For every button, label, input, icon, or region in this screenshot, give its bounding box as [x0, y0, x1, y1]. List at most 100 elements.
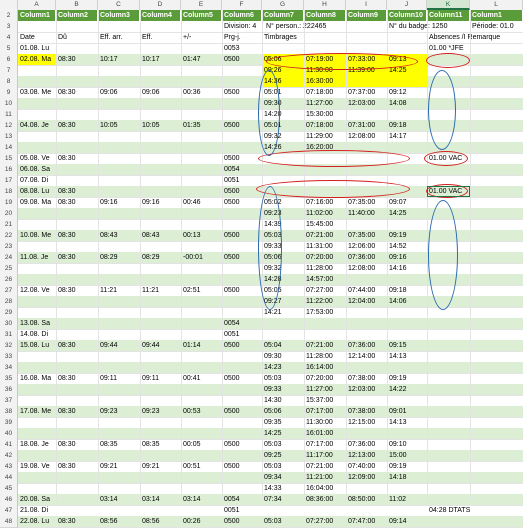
cell-h[interactable]: 07:17:00	[304, 406, 346, 417]
select-all-corner[interactable]	[0, 0, 18, 10]
cell-a[interactable]	[18, 428, 56, 439]
cell-f[interactable]	[222, 208, 262, 219]
cell-g[interactable]: 14:25	[262, 428, 304, 439]
cell-f[interactable]: 0500	[222, 120, 262, 131]
cell-k[interactable]	[427, 395, 470, 406]
cell-a[interactable]	[18, 362, 56, 373]
cell-i[interactable]	[346, 219, 387, 230]
cell-g[interactable]: 05:03	[262, 461, 304, 472]
cell-f[interactable]: 0500	[222, 373, 262, 384]
cell-j[interactable]	[387, 274, 427, 285]
cell-c[interactable]	[98, 65, 140, 76]
cell-a[interactable]: 10.08. Me	[18, 230, 56, 241]
cell-g[interactable]: 09:34	[262, 472, 304, 483]
cell-a[interactable]: 13.08. Sa	[18, 318, 56, 329]
cell-i[interactable]: 12:15:00	[346, 417, 387, 428]
cell-g[interactable]: 05:03	[262, 439, 304, 450]
cell-h[interactable]: 11:02:00	[304, 208, 346, 219]
cell-d[interactable]	[140, 274, 181, 285]
cell-a[interactable]: 19.08. Ve	[18, 461, 56, 472]
cell-c[interactable]: 10:17	[98, 54, 140, 65]
cell-d[interactable]: 09:11	[140, 373, 181, 384]
cell-d[interactable]	[140, 164, 181, 175]
cell-d[interactable]	[140, 109, 181, 120]
cell-e[interactable]	[181, 428, 222, 439]
cell-e[interactable]: 01:14	[181, 340, 222, 351]
cell-j[interactable]: 14:18	[387, 472, 427, 483]
cell-e[interactable]	[181, 351, 222, 362]
cell-a[interactable]	[18, 384, 56, 395]
cell-a[interactable]: 21.08. Di	[18, 505, 56, 516]
cell-e[interactable]: 00:46	[181, 197, 222, 208]
cell-k[interactable]	[427, 450, 470, 461]
cell-f[interactable]	[222, 472, 262, 483]
cell-g[interactable]: 09:25	[262, 450, 304, 461]
cell-c[interactable]: 09:16	[98, 197, 140, 208]
cell-h[interactable]: 16:30:00	[304, 76, 346, 87]
cell-f[interactable]	[222, 109, 262, 120]
cell-a[interactable]: 11.08. Je	[18, 252, 56, 263]
cell-c[interactable]	[98, 142, 140, 153]
cell-a[interactable]	[18, 76, 56, 87]
cell-j[interactable]	[387, 505, 427, 516]
cell-j[interactable]: 09:16	[387, 252, 427, 263]
cell-f[interactable]	[222, 98, 262, 109]
cell-a[interactable]	[18, 472, 56, 483]
cell-c[interactable]	[98, 307, 140, 318]
cell-c[interactable]	[98, 263, 140, 274]
cell-j[interactable]: 09:18	[387, 120, 427, 131]
cell-j[interactable]: 14:25	[387, 208, 427, 219]
cell-i[interactable]	[346, 307, 387, 318]
cell-h[interactable]: 07:18:00	[304, 120, 346, 131]
cell-e[interactable]	[181, 395, 222, 406]
cell-d[interactable]	[140, 428, 181, 439]
cell-f[interactable]	[222, 274, 262, 285]
cell-f[interactable]	[222, 450, 262, 461]
cell-i[interactable]	[346, 483, 387, 494]
cell-f[interactable]	[222, 263, 262, 274]
cell-j[interactable]	[387, 109, 427, 120]
cell-h[interactable]: 11:29:00	[304, 131, 346, 142]
cell-f[interactable]: 0500	[222, 516, 262, 527]
cell-f[interactable]	[222, 307, 262, 318]
cell-c[interactable]: 09:21	[98, 461, 140, 472]
cell-j[interactable]: 14:17	[387, 131, 427, 142]
cell-b[interactable]	[56, 274, 98, 285]
cell-j[interactable]: 15:00	[387, 450, 427, 461]
cell-a[interactable]	[18, 142, 56, 153]
cell-b[interactable]	[56, 175, 98, 186]
cell-d[interactable]: 11:21	[140, 285, 181, 296]
cell-e[interactable]: 00:13	[181, 230, 222, 241]
cell-e[interactable]	[181, 241, 222, 252]
cell-e[interactable]	[181, 164, 222, 175]
cell-i[interactable]: 07:38:00	[346, 406, 387, 417]
cell-k[interactable]	[427, 472, 470, 483]
cell-k[interactable]	[427, 318, 470, 329]
cell-f[interactable]: 0500	[222, 87, 262, 98]
cell-c[interactable]	[98, 318, 140, 329]
cell-h[interactable]: 07:20:00	[304, 373, 346, 384]
cell-a[interactable]	[18, 65, 56, 76]
cell-f[interactable]: 0500	[222, 340, 262, 351]
cell-c[interactable]	[98, 109, 140, 120]
cell-b[interactable]: 08:30	[56, 197, 98, 208]
cell-c[interactable]	[98, 43, 140, 54]
cell-k[interactable]	[427, 351, 470, 362]
cell-e[interactable]	[181, 483, 222, 494]
cell-c[interactable]	[98, 384, 140, 395]
cell-f[interactable]: 0500	[222, 439, 262, 450]
cell-i[interactable]: 12:08:00	[346, 263, 387, 274]
cell-b[interactable]	[56, 318, 98, 329]
cell-j[interactable]: 09:15	[387, 340, 427, 351]
cell-h[interactable]: 07:21:00	[304, 230, 346, 241]
cell-i[interactable]	[346, 428, 387, 439]
cell-e[interactable]	[181, 472, 222, 483]
cell-h[interactable]: 07:27:00	[304, 285, 346, 296]
cell-j[interactable]: 09:18	[387, 285, 427, 296]
cell-j[interactable]: 14:13	[387, 351, 427, 362]
cell-i[interactable]: 07:38:00	[346, 373, 387, 384]
cell-b[interactable]	[56, 351, 98, 362]
cell-h[interactable]: 11:28:00	[304, 351, 346, 362]
cell-g[interactable]: 09:33	[262, 384, 304, 395]
col-header-i[interactable]: I	[346, 0, 387, 10]
